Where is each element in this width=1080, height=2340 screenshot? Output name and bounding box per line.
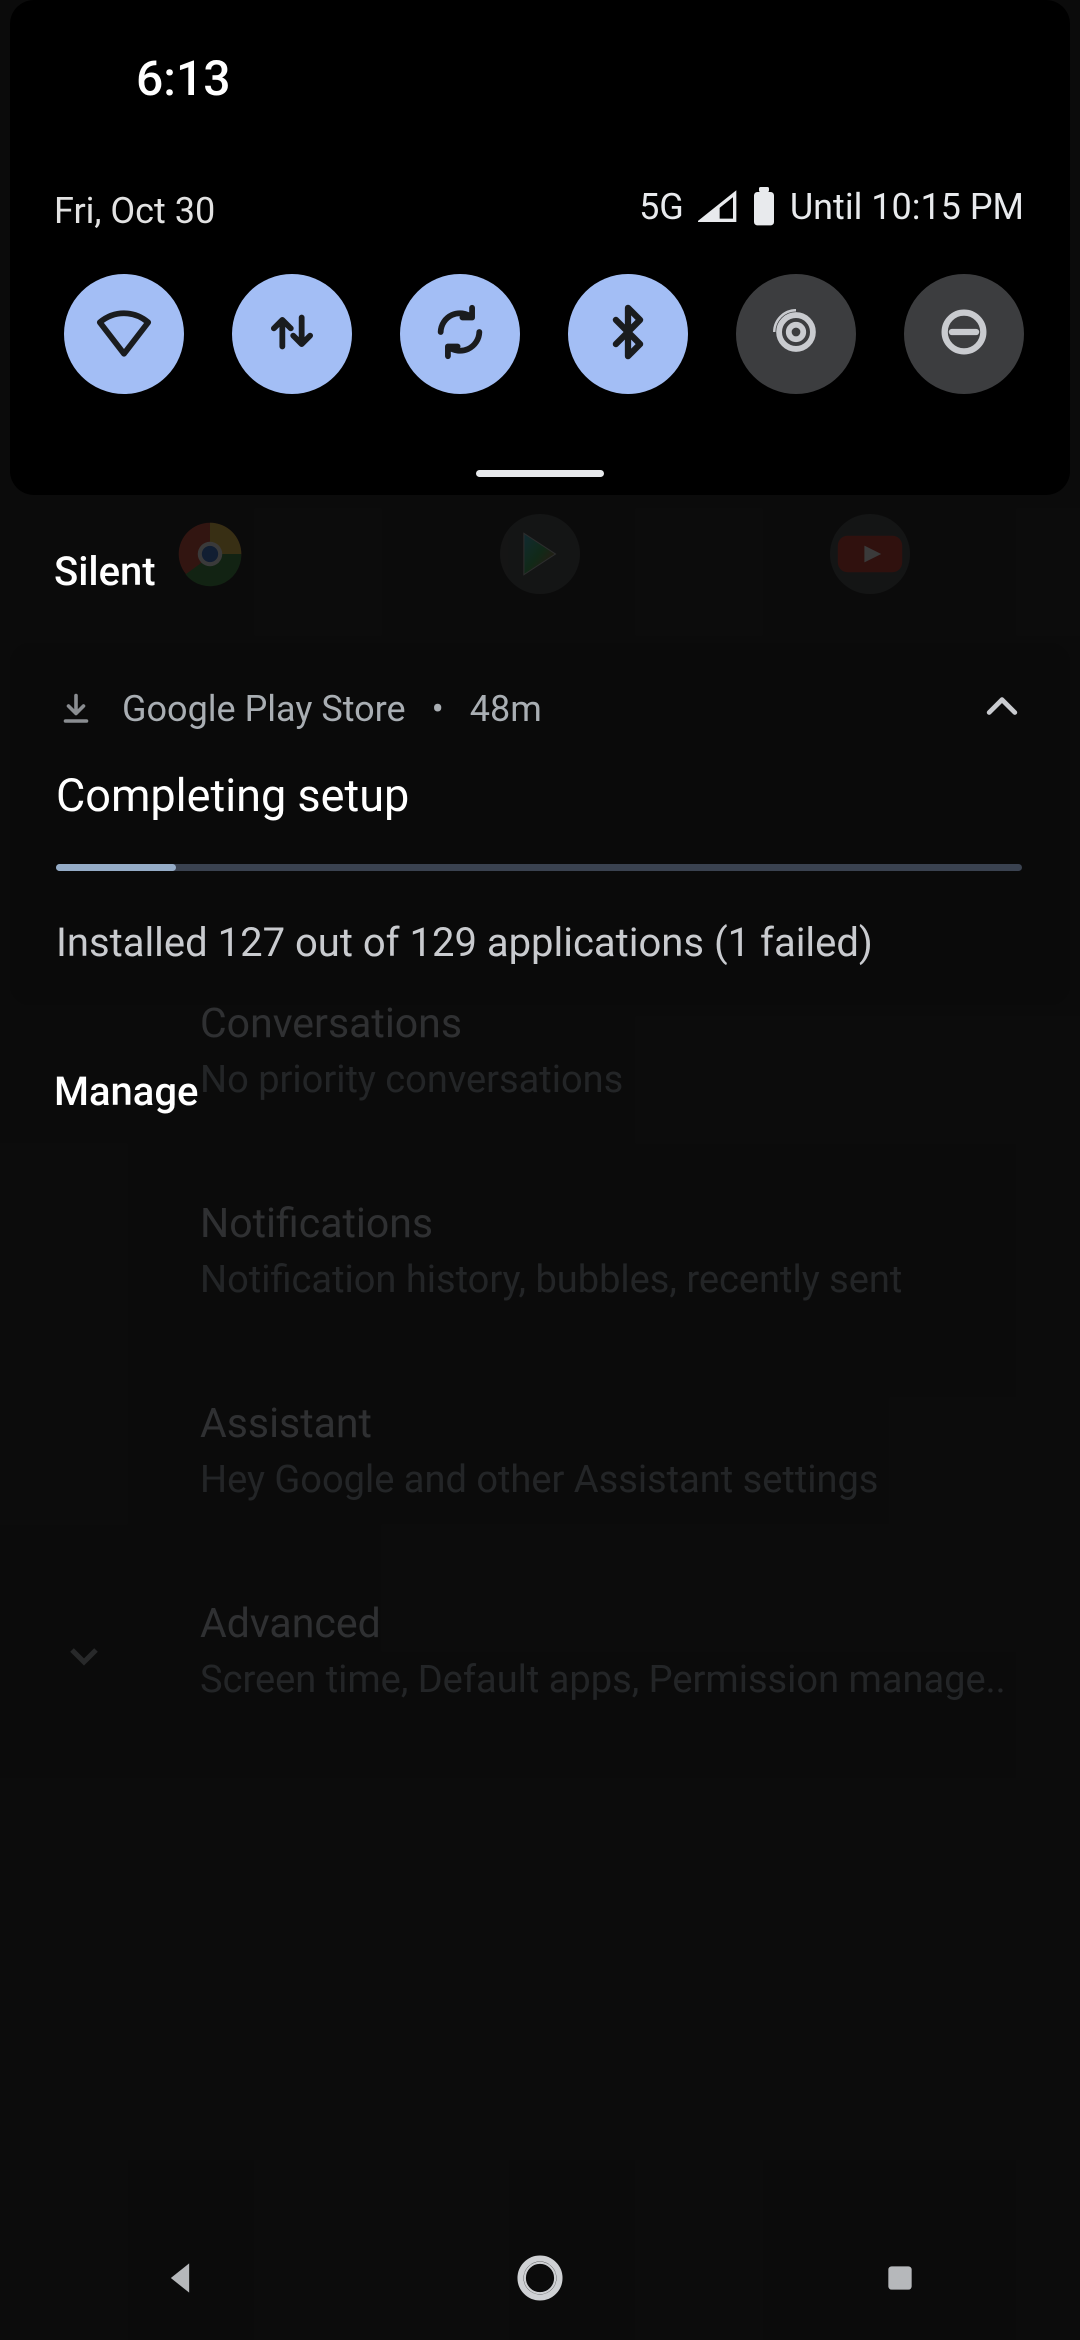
qs-tile-wifi[interactable]: [64, 274, 184, 394]
status-date: Fri, Oct 30: [54, 190, 215, 232]
shade-manage-button[interactable]: Manage: [54, 1068, 198, 1115]
notification-header: Google Play Store • 48m: [56, 685, 1024, 733]
cast-icon: [767, 303, 825, 365]
nav-recents-button[interactable]: [850, 2250, 950, 2310]
recents-icon: [880, 2258, 920, 2302]
shade-section-silent: Silent: [54, 548, 156, 595]
notification-age: 48m: [470, 688, 542, 730]
qs-tiles: [64, 274, 1024, 394]
status-clock: 6:13: [136, 50, 231, 107]
qs-tile-dnd[interactable]: [904, 274, 1024, 394]
network-label: 5G: [639, 186, 684, 228]
qs-tile-cast[interactable]: [736, 274, 856, 394]
qs-expand-handle[interactable]: [476, 470, 604, 477]
collapse-toggle[interactable]: [980, 685, 1024, 733]
separator-dot: •: [432, 688, 444, 730]
auto-rotate-icon: [431, 303, 489, 365]
qs-tile-auto-rotate[interactable]: [400, 274, 520, 394]
cell-signal-icon: [698, 190, 738, 224]
notification-app: Google Play Store: [122, 688, 406, 730]
qs-tile-bluetooth[interactable]: [568, 274, 688, 394]
nav-back-button[interactable]: [130, 2250, 230, 2310]
notification-progress: [56, 864, 1022, 871]
qs-tile-mobile-data[interactable]: [232, 274, 352, 394]
notification-body: Installed 127 out of 129 applications (1…: [56, 919, 1024, 966]
notification-progress-fill: [56, 864, 176, 871]
navigation-bar: [0, 2234, 1080, 2326]
data-arrows-icon: [263, 303, 321, 365]
notification-card[interactable]: Google Play Store • 48m Completing setup…: [10, 643, 1070, 1005]
chevron-up-icon: [980, 714, 1024, 733]
dnd-icon: [935, 303, 993, 365]
status-right: 5G Until 10:15 PM: [639, 186, 1024, 228]
nav-home-button[interactable]: [490, 2250, 590, 2310]
quick-settings-panel: 6:13 Fri, Oct 30 5G Until 10:15 PM: [10, 0, 1070, 495]
wifi-icon: [95, 303, 153, 365]
battery-icon: [752, 187, 776, 227]
bluetooth-icon: [599, 303, 657, 365]
home-icon: [514, 2252, 566, 2308]
back-icon: [158, 2256, 202, 2304]
notification-title: Completing setup: [56, 769, 1024, 822]
battery-until: Until 10:15 PM: [790, 186, 1024, 228]
download-icon: [56, 689, 96, 729]
